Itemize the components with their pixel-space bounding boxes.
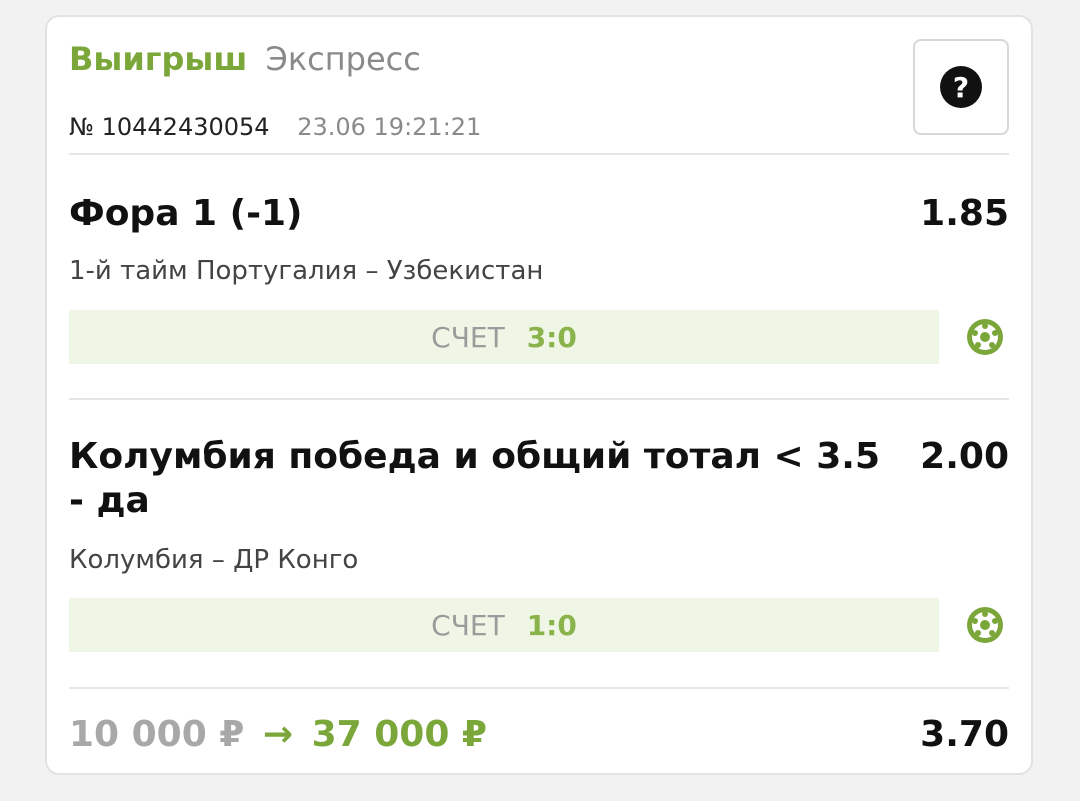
question-icon: ? [940,66,982,108]
bet-item: Колумбия победа и общий тотал < 3.5 - да… [69,435,1009,675]
bet-header: Выигрыш Экспресс № 10442430054 23.06 19:… [69,39,1009,159]
bet-meta: № 10442430054 23.06 19:21:21 [69,111,481,143]
stake-summary: 10 000 ₽ → 37 000 ₽ [69,711,487,759]
score-value: 1:0 [526,608,577,642]
score-bar: СЧЕТ 1:0 [69,598,939,652]
soccer-ball-icon [967,319,1003,355]
payout-amount: 37 000 ₽ [311,714,487,755]
bet-status: Выигрыш [69,40,248,78]
ticket-number: № 10442430054 [69,113,270,141]
bet-name: Колумбия победа и общий тотал < 3.5 - да [69,436,881,521]
score-bar: СЧЕТ 3:0 [69,310,939,364]
bet-match: 1-й тайм Португалия – Узбекистан [69,256,544,286]
bet-item: Фора 1 (-1) 1.85 1-й тайм Португалия – У… [69,192,1009,382]
bet-type: Экспресс [265,40,421,78]
score-label: СЧЕТ [431,608,505,642]
bet-odds: 1.85 [920,193,1009,234]
divider [69,398,1009,400]
score-label: СЧЕТ [431,320,505,354]
stake-amount: 10 000 ₽ [69,714,245,755]
bet-odds: 2.00 [920,436,1009,477]
bet-match: Колумбия – ДР Конго [69,545,359,575]
divider [69,687,1009,689]
ticket-timestamp: 23.06 19:21:21 [297,113,482,141]
bet-name: Фора 1 (-1) [69,193,303,234]
bet-title: Выигрыш Экспресс [69,39,421,79]
divider [69,153,1009,155]
bet-card: Выигрыш Экспресс № 10442430054 23.06 19:… [45,15,1033,775]
total-odds: 3.70 [920,714,1009,755]
score-value: 3:0 [526,320,577,354]
arrow-right-icon: → [262,714,294,755]
bet-footer: 10 000 ₽ → 37 000 ₽ 3.70 [69,711,1009,759]
soccer-ball-icon [967,607,1003,643]
help-button[interactable]: ? [913,39,1009,135]
